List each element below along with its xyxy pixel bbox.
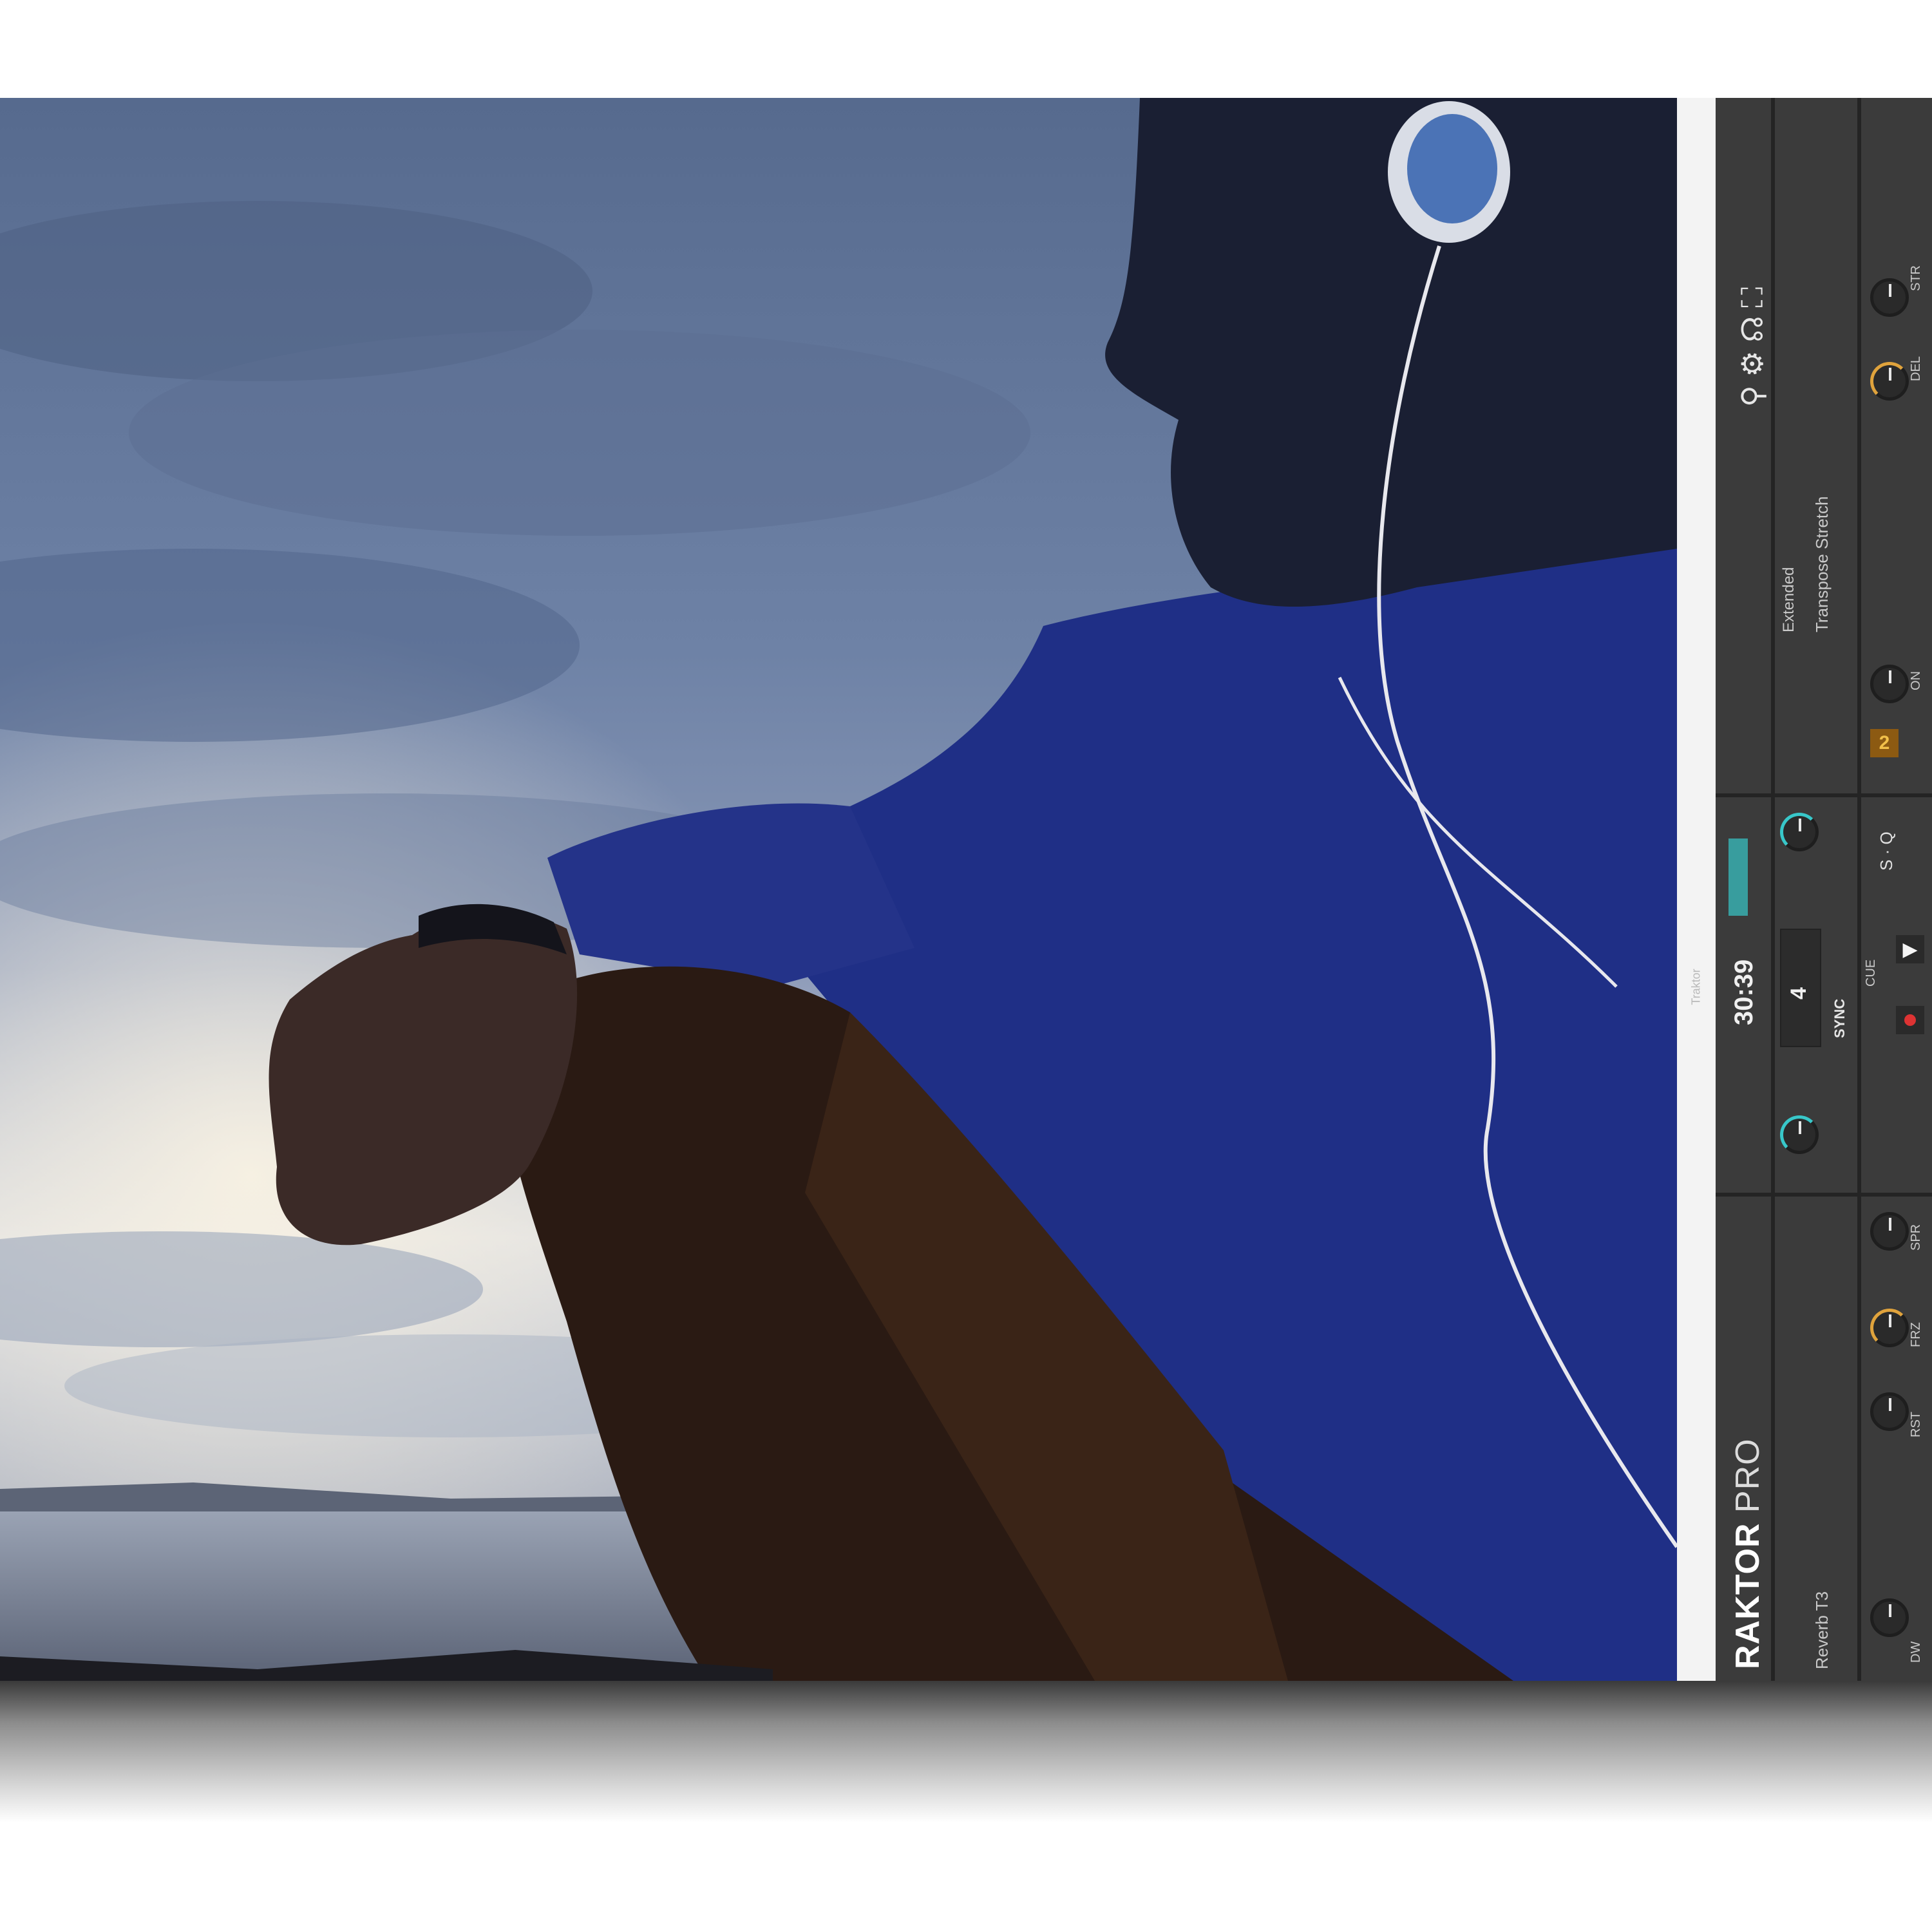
fx-knob[interactable] xyxy=(1870,362,1909,401)
record-icon xyxy=(1904,1014,1916,1026)
fx-knob[interactable] xyxy=(1870,278,1909,317)
fx-button-label[interactable]: STR xyxy=(1909,265,1924,291)
fx-button-label[interactable]: DEL xyxy=(1909,356,1924,381)
fx-knob[interactable] xyxy=(1870,1598,1909,1637)
loop-size-value: 4 xyxy=(1786,987,1811,999)
column-separator xyxy=(1771,98,1775,1681)
fx-effect-select[interactable]: Transpose Stretch xyxy=(1812,497,1832,632)
screenshot-frame: Traktor RAKTOR PRO ⚲ ⚙ ☊ ⛶ Extended Tran… xyxy=(0,98,1932,1681)
fx-button-label[interactable]: RST xyxy=(1909,1412,1924,1437)
fx-button-label[interactable]: ON xyxy=(1909,671,1924,690)
fx-button-label[interactable]: DW xyxy=(1909,1642,1924,1663)
screen-shadow xyxy=(0,1681,1932,1823)
fx-knob[interactable] xyxy=(1870,1309,1909,1347)
fx-knob[interactable] xyxy=(1870,1392,1909,1431)
fx-mode-select[interactable]: Extended xyxy=(1780,567,1798,632)
fx-effect-select[interactable]: Reverb T3 xyxy=(1812,1591,1832,1669)
section-separator xyxy=(1716,1193,1932,1197)
sync-button[interactable]: SYNC xyxy=(1832,999,1848,1038)
toolbar-icons[interactable]: ⚲ ⚙ ☊ ⛶ xyxy=(1735,287,1771,407)
window-divider xyxy=(1677,98,1716,1681)
gain-knob[interactable] xyxy=(1780,813,1819,851)
fx-knob[interactable] xyxy=(1870,1212,1909,1251)
cue-button[interactable]: CUE xyxy=(1864,960,1879,987)
meter-labels: S · Q xyxy=(1877,831,1896,871)
level-meter xyxy=(1728,838,1748,916)
video-feed xyxy=(0,98,1677,1681)
section-separator xyxy=(1716,793,1932,797)
deck-number-badge: 2 xyxy=(1870,729,1899,757)
column-separator xyxy=(1857,98,1861,1681)
traktor-logo: RAKTOR PRO xyxy=(1729,1438,1766,1669)
tempo-knob[interactable] xyxy=(1780,1115,1819,1154)
video-scene xyxy=(0,98,1677,1681)
fx-knob[interactable] xyxy=(1870,665,1909,703)
divider-label: Traktor xyxy=(1689,968,1703,1005)
fx-button-label[interactable]: SPR xyxy=(1909,1224,1924,1251)
time-display: 30:39 xyxy=(1730,959,1758,1025)
record-button[interactable] xyxy=(1896,1006,1924,1034)
fx-button-label[interactable]: FRZ xyxy=(1909,1322,1924,1347)
play-button[interactable]: ▶ xyxy=(1896,935,1924,963)
traktor-panel: RAKTOR PRO ⚲ ⚙ ☊ ⛶ Extended Transpose St… xyxy=(1716,98,1932,1681)
